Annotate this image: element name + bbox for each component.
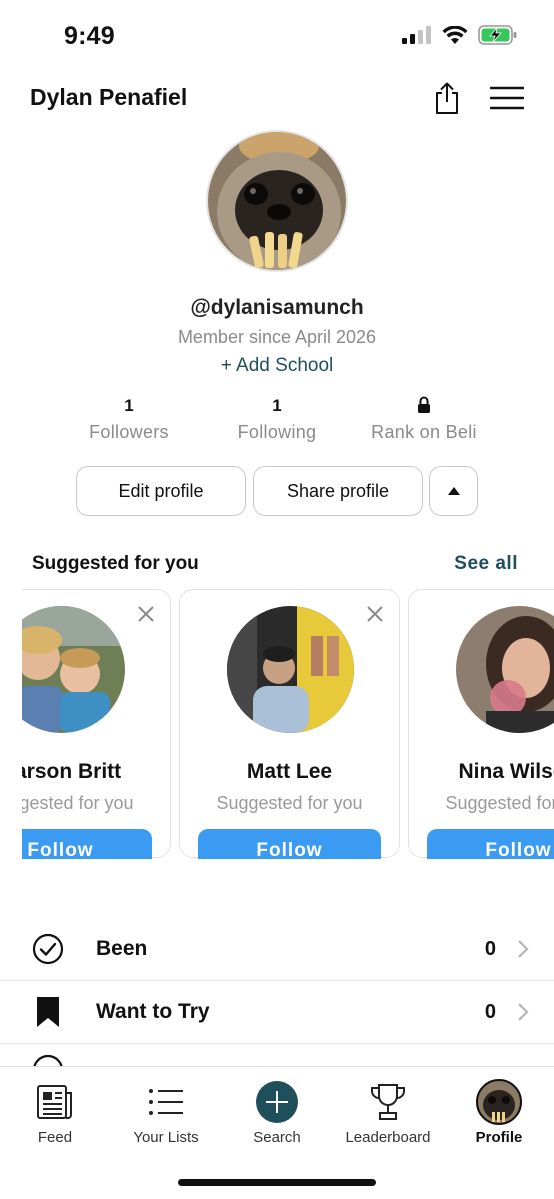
suggested-avatar[interactable] xyxy=(227,606,354,733)
follow-button[interactable]: Follow xyxy=(22,829,152,859)
suggested-card[interactable]: Matt Lee Suggested for you Follow xyxy=(179,589,400,859)
status-bar: 9:49 xyxy=(0,0,554,70)
close-icon[interactable] xyxy=(136,604,156,624)
stat-label: Followers xyxy=(89,422,169,442)
plus-circle-icon xyxy=(222,1079,332,1125)
divider xyxy=(0,1043,554,1044)
lock-icon xyxy=(349,396,499,418)
list-count: 0 xyxy=(484,1000,496,1023)
list-row-been[interactable]: Been 0 xyxy=(0,918,554,980)
tab-profile[interactable]: Profile xyxy=(444,1079,554,1146)
tab-label: Leaderboard xyxy=(345,1129,431,1146)
list-row-want-to-try[interactable]: Want to Try 0 xyxy=(0,981,554,1043)
cellular-signal-icon xyxy=(402,26,431,44)
suggested-name: Matt Lee xyxy=(246,760,333,783)
list-icon xyxy=(111,1079,221,1125)
home-indicator xyxy=(178,1179,376,1186)
see-all-link[interactable]: See all xyxy=(454,553,518,575)
suggested-avatar[interactable] xyxy=(456,606,554,733)
tab-label: Profile xyxy=(475,1129,523,1146)
stat-following[interactable]: 1 Following xyxy=(202,396,352,443)
stat-value: 1 xyxy=(272,396,282,415)
profile-handle: @dylanisamunch xyxy=(190,296,364,319)
bookmark-icon xyxy=(32,996,64,1028)
tab-your-lists[interactable]: Your Lists xyxy=(111,1079,221,1146)
profile-avatar-icon xyxy=(444,1079,554,1125)
list-label: Want to Try xyxy=(96,1000,210,1023)
profile-name: Dylan Penafiel xyxy=(30,84,188,110)
tab-label: Search xyxy=(253,1129,301,1146)
follow-button[interactable]: Follow xyxy=(427,829,554,859)
share-profile-button[interactable]: Share profile xyxy=(253,466,423,516)
suggested-card[interactable]: Nina Wilson Suggested for you Follow xyxy=(408,589,554,859)
suggested-name: Nina Wilson xyxy=(458,760,554,783)
stat-value: 1 xyxy=(124,396,134,415)
stat-rank[interactable]: Rank on Beli xyxy=(349,396,499,443)
member-since: Member since April 2026 xyxy=(177,327,377,347)
chevron-right-icon xyxy=(518,940,529,958)
list-count: 0 xyxy=(484,937,496,960)
header-actions xyxy=(430,80,524,116)
tab-leaderboard[interactable]: Leaderboard xyxy=(333,1079,443,1146)
profile-stats: 1 Followers 1 Following Rank on Beli xyxy=(0,396,554,446)
tab-label: Your Lists xyxy=(133,1129,199,1146)
caret-up-icon[interactable] xyxy=(429,466,478,516)
battery-charging-icon xyxy=(478,25,517,45)
check-circle-icon xyxy=(32,933,64,965)
suggested-title: Suggested for you xyxy=(32,553,199,574)
newspaper-icon xyxy=(0,1079,110,1125)
suggested-avatar[interactable] xyxy=(22,606,125,733)
edit-profile-button[interactable]: Edit profile xyxy=(76,466,246,516)
suggested-card[interactable]: Carson Britt Suggested for you Follow xyxy=(22,589,171,859)
follow-button[interactable]: Follow xyxy=(198,829,381,859)
suggested-name: Carson Britt xyxy=(22,760,122,783)
close-icon[interactable] xyxy=(365,604,385,624)
suggested-subtitle: Suggested for you xyxy=(22,793,134,813)
tab-feed[interactable]: Feed xyxy=(0,1079,110,1146)
menu-icon[interactable] xyxy=(490,80,524,116)
stat-followers[interactable]: 1 Followers xyxy=(54,396,204,443)
partial-row-icon xyxy=(32,1054,64,1066)
tab-label: Feed xyxy=(37,1129,73,1146)
status-icons xyxy=(402,25,518,45)
wifi-icon xyxy=(442,25,468,44)
stat-label: Rank on Beli xyxy=(371,422,477,442)
profile-avatar[interactable] xyxy=(206,130,348,272)
list-label: Been xyxy=(96,937,148,960)
stat-label: Following xyxy=(237,422,317,442)
trophy-icon xyxy=(333,1079,443,1125)
status-time: 9:49 xyxy=(64,22,115,50)
share-icon[interactable] xyxy=(430,80,464,116)
tab-search[interactable]: Search xyxy=(222,1079,332,1146)
suggested-carousel[interactable]: Carson Britt Suggested for you Follow Ma… xyxy=(22,589,554,859)
suggested-subtitle: Suggested for you xyxy=(216,793,363,813)
chevron-right-icon xyxy=(518,1003,529,1021)
add-school-link[interactable]: + Add School xyxy=(0,355,554,377)
suggested-subtitle: Suggested for you xyxy=(445,793,554,813)
